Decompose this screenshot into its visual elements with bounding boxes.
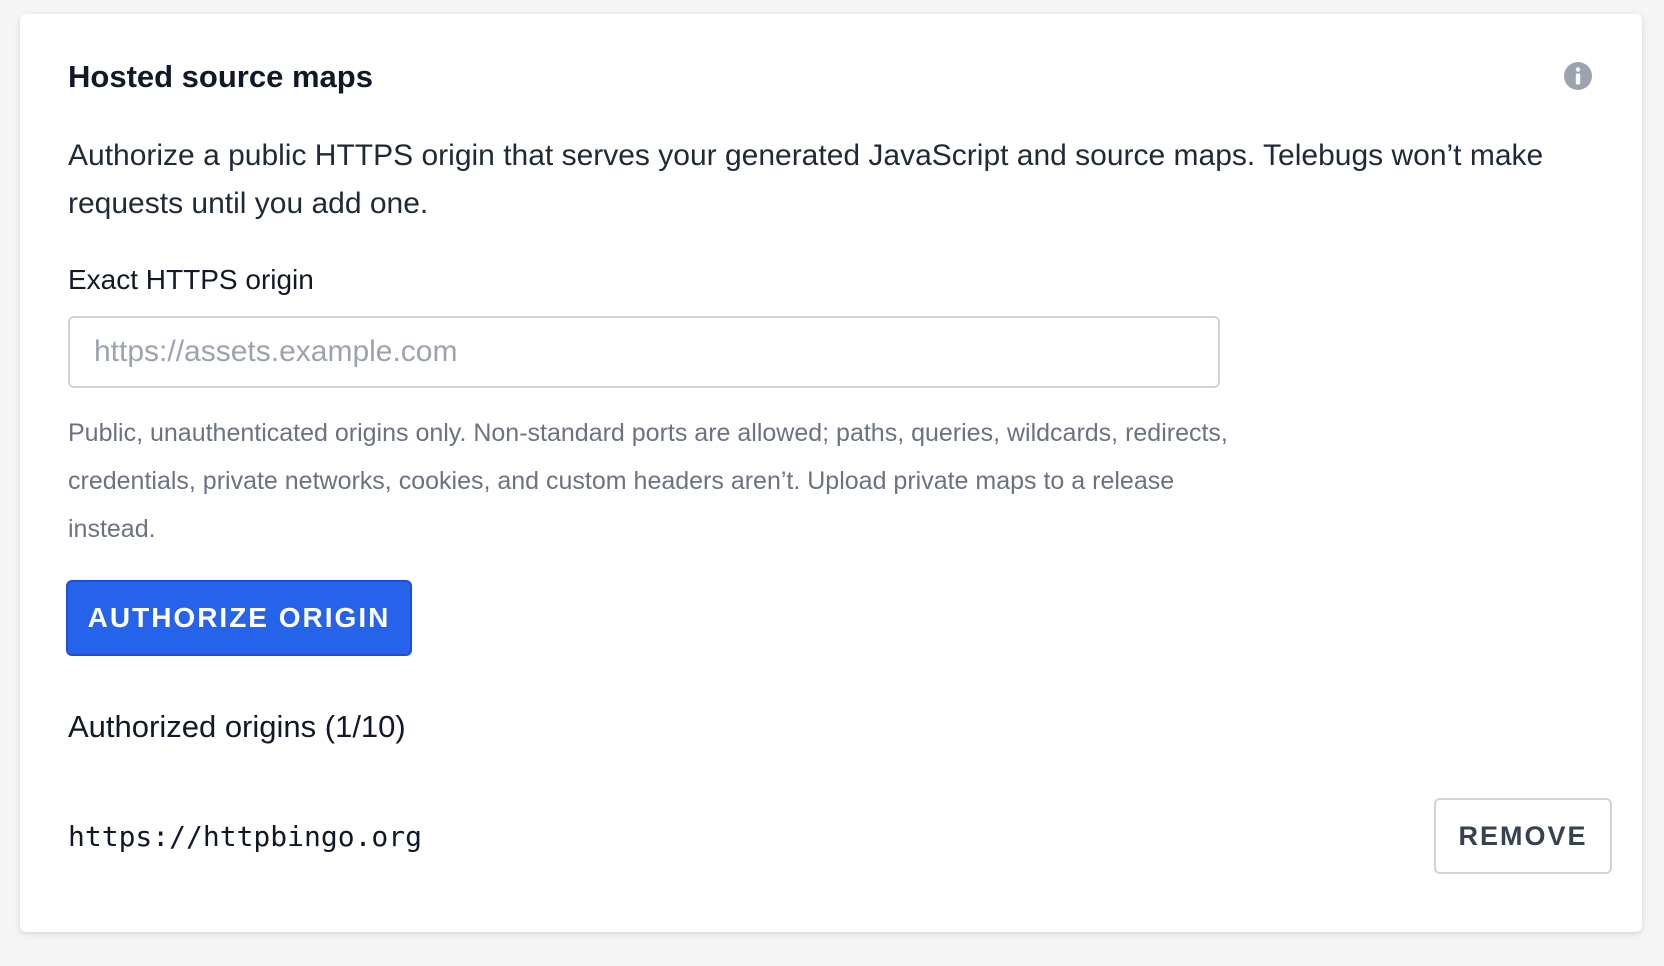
hosted-source-maps-card: Hosted source maps Authorize a public HT…: [20, 14, 1642, 932]
authorized-origin-url: https://httpbingo.org: [68, 820, 423, 853]
origin-hint: Public, unauthenticated origins only. No…: [68, 419, 1228, 543]
authorize-origin-button[interactable]: AUTHORIZE ORIGIN: [66, 580, 412, 656]
info-circle-icon[interactable]: [1563, 61, 1593, 91]
remove-origin-button[interactable]: REMOVE: [1434, 798, 1612, 874]
origin-input[interactable]: [68, 316, 1220, 388]
authorized-origins-title: Authorized origins (1/10): [68, 709, 406, 744]
authorized-origin-row: https://httpbingo.org REMOVE: [68, 798, 1612, 876]
origin-field-label: Exact HTTPS origin: [68, 264, 314, 295]
card-description: Authorize a public HTTPS origin that ser…: [68, 139, 1544, 220]
card-title: Hosted source maps: [68, 59, 373, 94]
